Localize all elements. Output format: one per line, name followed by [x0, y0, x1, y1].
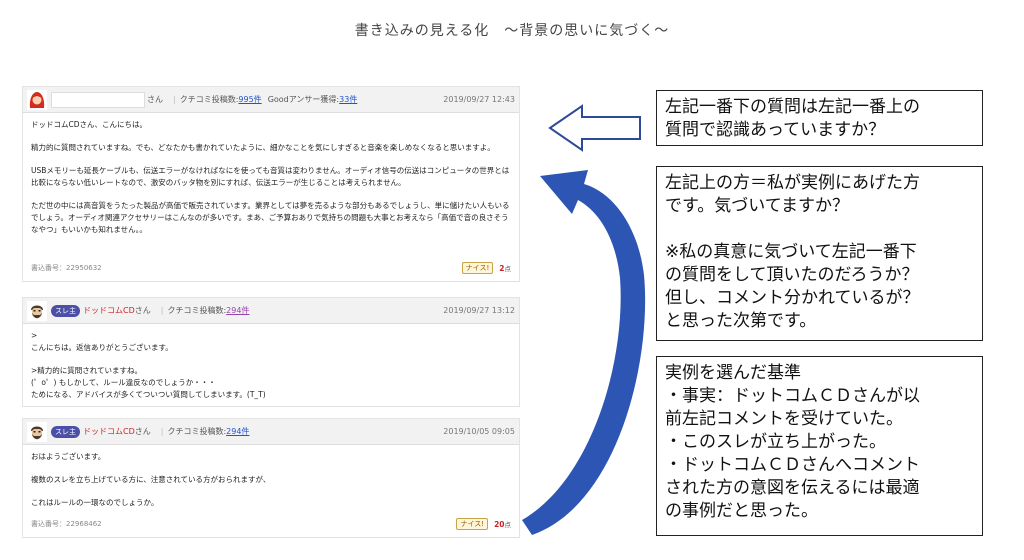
left-arrow-icon [548, 104, 641, 152]
good-answer-label: Goodアンサー獲得: [267, 95, 340, 104]
nice-button[interactable]: ナイス! [456, 518, 489, 530]
post-text: おはようございます。 [31, 452, 106, 461]
post-header: スレ主 ドッドコムCD さん | クチコミ投稿数: 294件 2019/10/0… [23, 419, 519, 445]
divider: | [173, 95, 176, 104]
post-date: 2019/09/27 13:12 [443, 306, 515, 315]
post-count-link[interactable]: 294件 [226, 305, 249, 316]
callout-question: 左記一番下の質問は左記一番上の 質問で認識あっていますか？ [656, 90, 983, 146]
username-link[interactable]: ドッドコムCD [83, 426, 135, 437]
avatar-bearded-man-icon[interactable] [27, 300, 47, 321]
nice-points: 20点 [494, 520, 511, 529]
post-card-3: スレ主 ドッドコムCD さん | クチコミ投稿数: 294件 2019/10/0… [22, 418, 520, 538]
divider: | [160, 306, 164, 315]
post-text: ためになる、アドバイスが多くてついつい質問してしまいます。(T_T) [31, 390, 266, 399]
post-date: 2019/09/27 12:43 [443, 95, 515, 104]
post-body: > こんにちは。返信ありがとうございます。 >精力的に質問されていますね。 (゜… [23, 324, 519, 407]
post-header: さん | クチコミ投稿数: 995件 Goodアンサー獲得: 33件 2019/… [23, 87, 519, 113]
post-footer: 書込番号：22950632 ナイス! 2点 [23, 261, 519, 275]
curved-arrow-icon [522, 170, 646, 535]
good-answer-link[interactable]: 33件 [339, 94, 357, 105]
post-text: 複数のスレを立ち上げている方に、注意されている方がおられますが、 [31, 475, 271, 484]
user-suffix: さん [134, 427, 151, 436]
thread-owner-badge: スレ主 [51, 304, 80, 317]
post-count-link[interactable]: 294件 [226, 426, 249, 437]
post-count-label: クチコミ投稿数: [167, 427, 227, 436]
avatar-bearded-man-icon[interactable] [27, 421, 47, 442]
post-text: >精力的に質問されていますね。 [31, 366, 143, 375]
post-header: スレ主 ドッドコムCD さん | クチコミ投稿数: 294件 2019/09/2… [23, 298, 519, 324]
masked-username [51, 91, 145, 108]
post-count-label: クチコミ投稿数: [179, 95, 239, 104]
post-number: 書込番号：22968462 [31, 520, 102, 528]
post-text: 精力的に質問されていますね。でも、どなたかも書かれていたように、細かなことを気に… [31, 143, 495, 152]
post-footer: 書込番号：22968462 ナイス! 20点 [23, 517, 519, 531]
post-text: これはルールの一環なのでしょうか。 [31, 498, 159, 507]
post-number: 書込番号：22950632 [31, 264, 102, 272]
callout-selection-criteria: 実例を選んだ基準 ・事実：ドットコムＣＤさんが以 前左記コメントを受けていた。 … [656, 356, 983, 536]
avatar-red-hair-icon[interactable] [27, 89, 47, 110]
post-text: ドッドコムCDさん、こんにちは。 [31, 120, 148, 129]
divider: | [160, 427, 164, 436]
nice-button[interactable]: ナイス! [461, 262, 494, 274]
post-card-1: さん | クチコミ投稿数: 995件 Goodアンサー獲得: 33件 2019/… [22, 86, 520, 282]
post-body: おはようございます。 複数のスレを立ち上げている方に、注意されている方がおられま… [23, 445, 519, 515]
thread-owner-badge: スレ主 [51, 425, 80, 438]
post-text: > [31, 331, 38, 340]
post-count-label: クチコミ投稿数: [167, 306, 227, 315]
nice-points: 2点 [499, 264, 511, 273]
post-count-link[interactable]: 995件 [238, 94, 261, 105]
page-title: 書き込みの見える化 〜背景の思いに気づく〜 [354, 23, 670, 39]
post-date: 2019/10/05 09:05 [443, 427, 515, 436]
user-suffix: さん [134, 306, 151, 315]
callout-example-note: 左記上の方＝私が実例にあげた方 です。気づいてますか？ ※私の真意に気づいて左記… [656, 166, 983, 341]
post-text: (゜o゜) もしかして、ルール違反なのでしょうか・・・ [31, 378, 216, 387]
post-text: こんにちは。返信ありがとうございます。 [31, 343, 173, 352]
user-suffix: さん [147, 95, 163, 104]
post-body: ドッドコムCDさん、こんにちは。 精力的に質問されていますね。でも、どなたかも書… [23, 113, 519, 242]
post-text: ただ世の中には高音質をうたった製品が高価で販売されています。業界としては夢を売る… [31, 201, 510, 234]
post-card-2: スレ主 ドッドコムCD さん | クチコミ投稿数: 294件 2019/09/2… [22, 297, 520, 407]
username-link[interactable]: ドッドコムCD [83, 305, 135, 316]
post-text: USBメモリーも延長ケーブルも、伝送エラーがなければなにを使っても音質は変わりま… [31, 166, 510, 187]
